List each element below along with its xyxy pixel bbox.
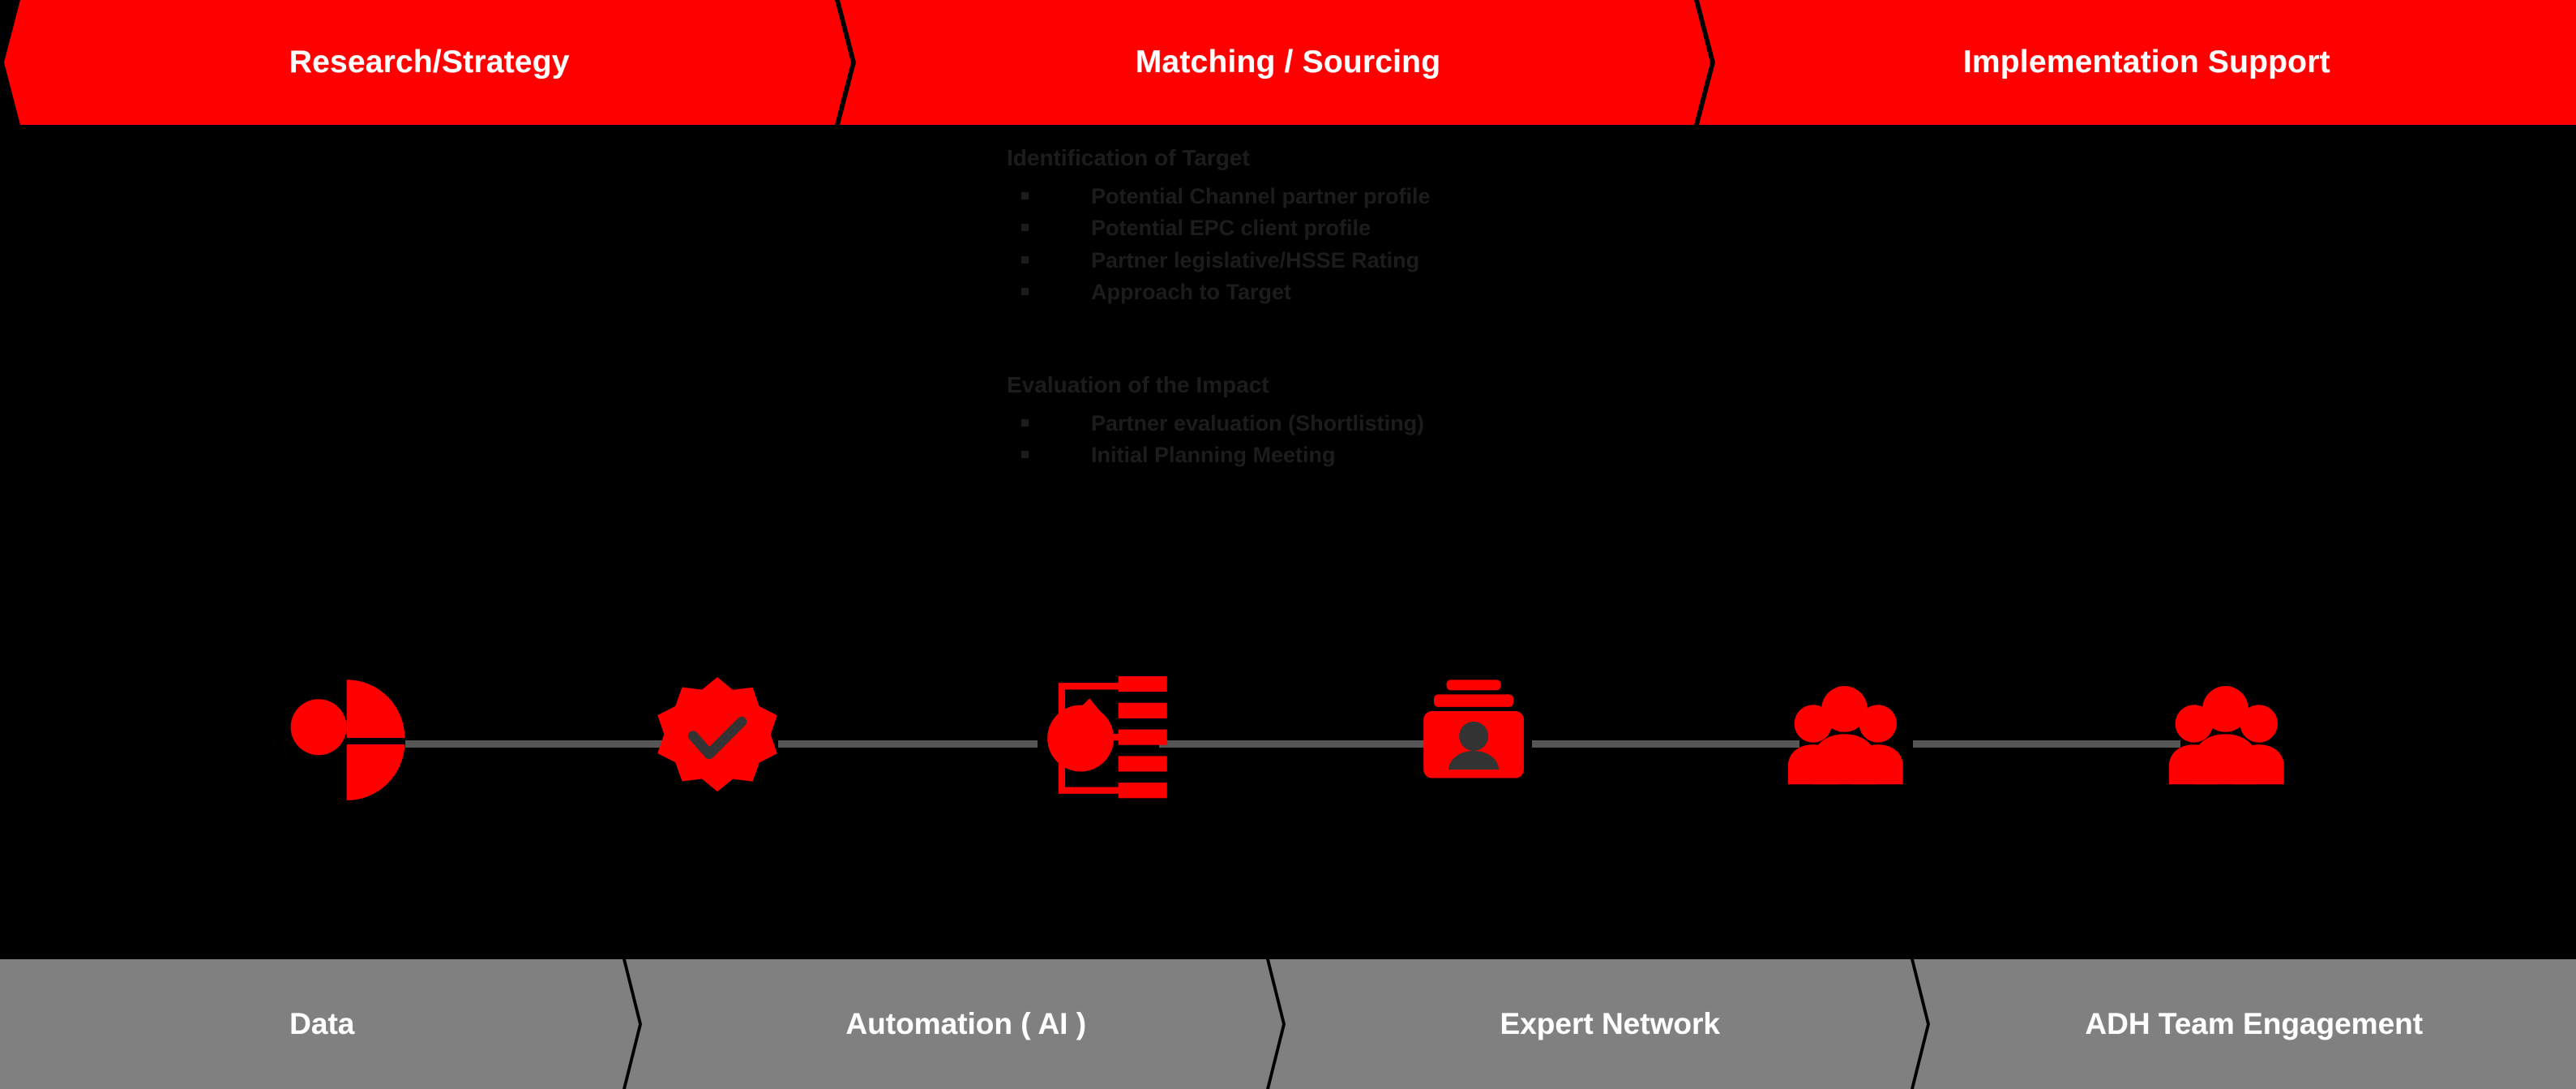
chevron-notch-icon (622, 959, 642, 1089)
detail-bullet-item: Partner evaluation (Shortlisting) (1015, 408, 1736, 439)
detail-bullet-item: Potential EPC client profile (1015, 212, 1736, 244)
phase-banner-matching-sourcing[interactable]: Matching / Sourcing (858, 0, 1718, 125)
timeline-node-1[interactable] (267, 665, 421, 811)
matching-filter-list-icon (1046, 675, 1167, 798)
team-group-icon (1787, 685, 1903, 784)
bullet-square-icon (1021, 192, 1029, 200)
phase-banner-implementation-support[interactable]: Implementation Support (1717, 0, 2576, 125)
detail-bullet-text: Potential EPC client profile (1091, 216, 1371, 241)
enabler-label: Automation ( AI ) (845, 1007, 1087, 1040)
candidate-profile-card-icon (1423, 679, 1524, 778)
bullet-square-icon (1021, 288, 1029, 296)
timeline-connector (1159, 740, 1427, 748)
bullet-square-icon (1021, 451, 1029, 459)
detail-bullet-text: Initial Planning Meeting (1091, 443, 1336, 468)
enabler-automation-ai[interactable]: Automation ( AI ) (644, 959, 1288, 1089)
timeline-connector (1913, 740, 2180, 748)
timeline-node-2[interactable] (640, 665, 794, 811)
chevron-notch-icon (1693, 0, 1715, 125)
detail-bullet-list: Potential Channel partner profile Potent… (1015, 181, 1736, 309)
detail-bullet-item: Partner legislative/HSSE Rating (1015, 245, 1736, 277)
detail-bullet-text: Potential Channel partner profile (1091, 184, 1431, 209)
detail-bullet-item: Potential Channel partner profile (1015, 181, 1736, 212)
process-diagram-canvas: Research/Strategy Matching / Sourcing Im… (0, 0, 2576, 1089)
detail-heading: Identification of Target (1007, 145, 1250, 170)
chevron-notch-icon (0, 0, 20, 125)
bullet-square-icon (1021, 419, 1029, 427)
bullet-square-icon (1021, 255, 1029, 264)
phase-banner-row: Research/Strategy Matching / Sourcing Im… (0, 0, 2576, 125)
detail-bullet-list: Partner evaluation (Shortlisting) Initia… (1015, 408, 1736, 472)
detail-bullet-text: Partner legislative/HSSE Rating (1091, 247, 1420, 272)
detail-bullet-item: Approach to Target (1015, 277, 1736, 308)
chevron-notch-icon (1910, 959, 1930, 1089)
timeline-node-4[interactable] (1394, 665, 1548, 811)
enabler-label: Expert Network (1500, 1007, 1720, 1040)
verified-check-badge-icon (657, 677, 777, 792)
timeline-connector (778, 740, 1038, 748)
detail-block-identification: Identification of Target Potential Chann… (1007, 144, 1736, 309)
enabler-label: Data (289, 1007, 355, 1040)
enabler-bar-row: Data Automation ( AI ) Expert Network AD… (0, 959, 2576, 1089)
timeline-connector (1532, 740, 1799, 748)
chevron-notch-icon (1266, 959, 1286, 1089)
phase-label: Research/Strategy (289, 45, 570, 79)
timeline-node-3[interactable] (1025, 665, 1179, 811)
enabler-adh-team-engagement[interactable]: ADH Team Engagement (1932, 959, 2576, 1089)
detail-heading: Evaluation of the Impact (1007, 372, 1269, 397)
process-timeline (0, 665, 2576, 811)
enabler-label: ADH Team Engagement (2085, 1007, 2424, 1040)
chevron-notch-icon (835, 0, 857, 125)
phase-label: Matching / Sourcing (1135, 45, 1441, 79)
detail-bullet-text: Approach to Target (1091, 280, 1292, 305)
detail-block-evaluation: Evaluation of the Impact Partner evaluat… (1007, 371, 1736, 472)
detail-bullet-item: Initial Planning Meeting (1015, 439, 1736, 471)
team-group-icon (2168, 685, 2284, 784)
enabler-expert-network[interactable]: Expert Network (1288, 959, 1932, 1089)
bullet-square-icon (1021, 224, 1029, 232)
pie-chart-analysis-icon (284, 680, 405, 801)
timeline-node-6[interactable] (2148, 665, 2302, 811)
phase-banner-research-strategy[interactable]: Research/Strategy (0, 0, 859, 125)
detail-bullet-text: Partner evaluation (Shortlisting) (1091, 411, 1425, 436)
timeline-connector (405, 740, 665, 748)
timeline-node-5[interactable] (1767, 665, 1921, 811)
enabler-data[interactable]: Data (0, 959, 644, 1089)
phase-label: Implementation Support (1962, 45, 2330, 79)
